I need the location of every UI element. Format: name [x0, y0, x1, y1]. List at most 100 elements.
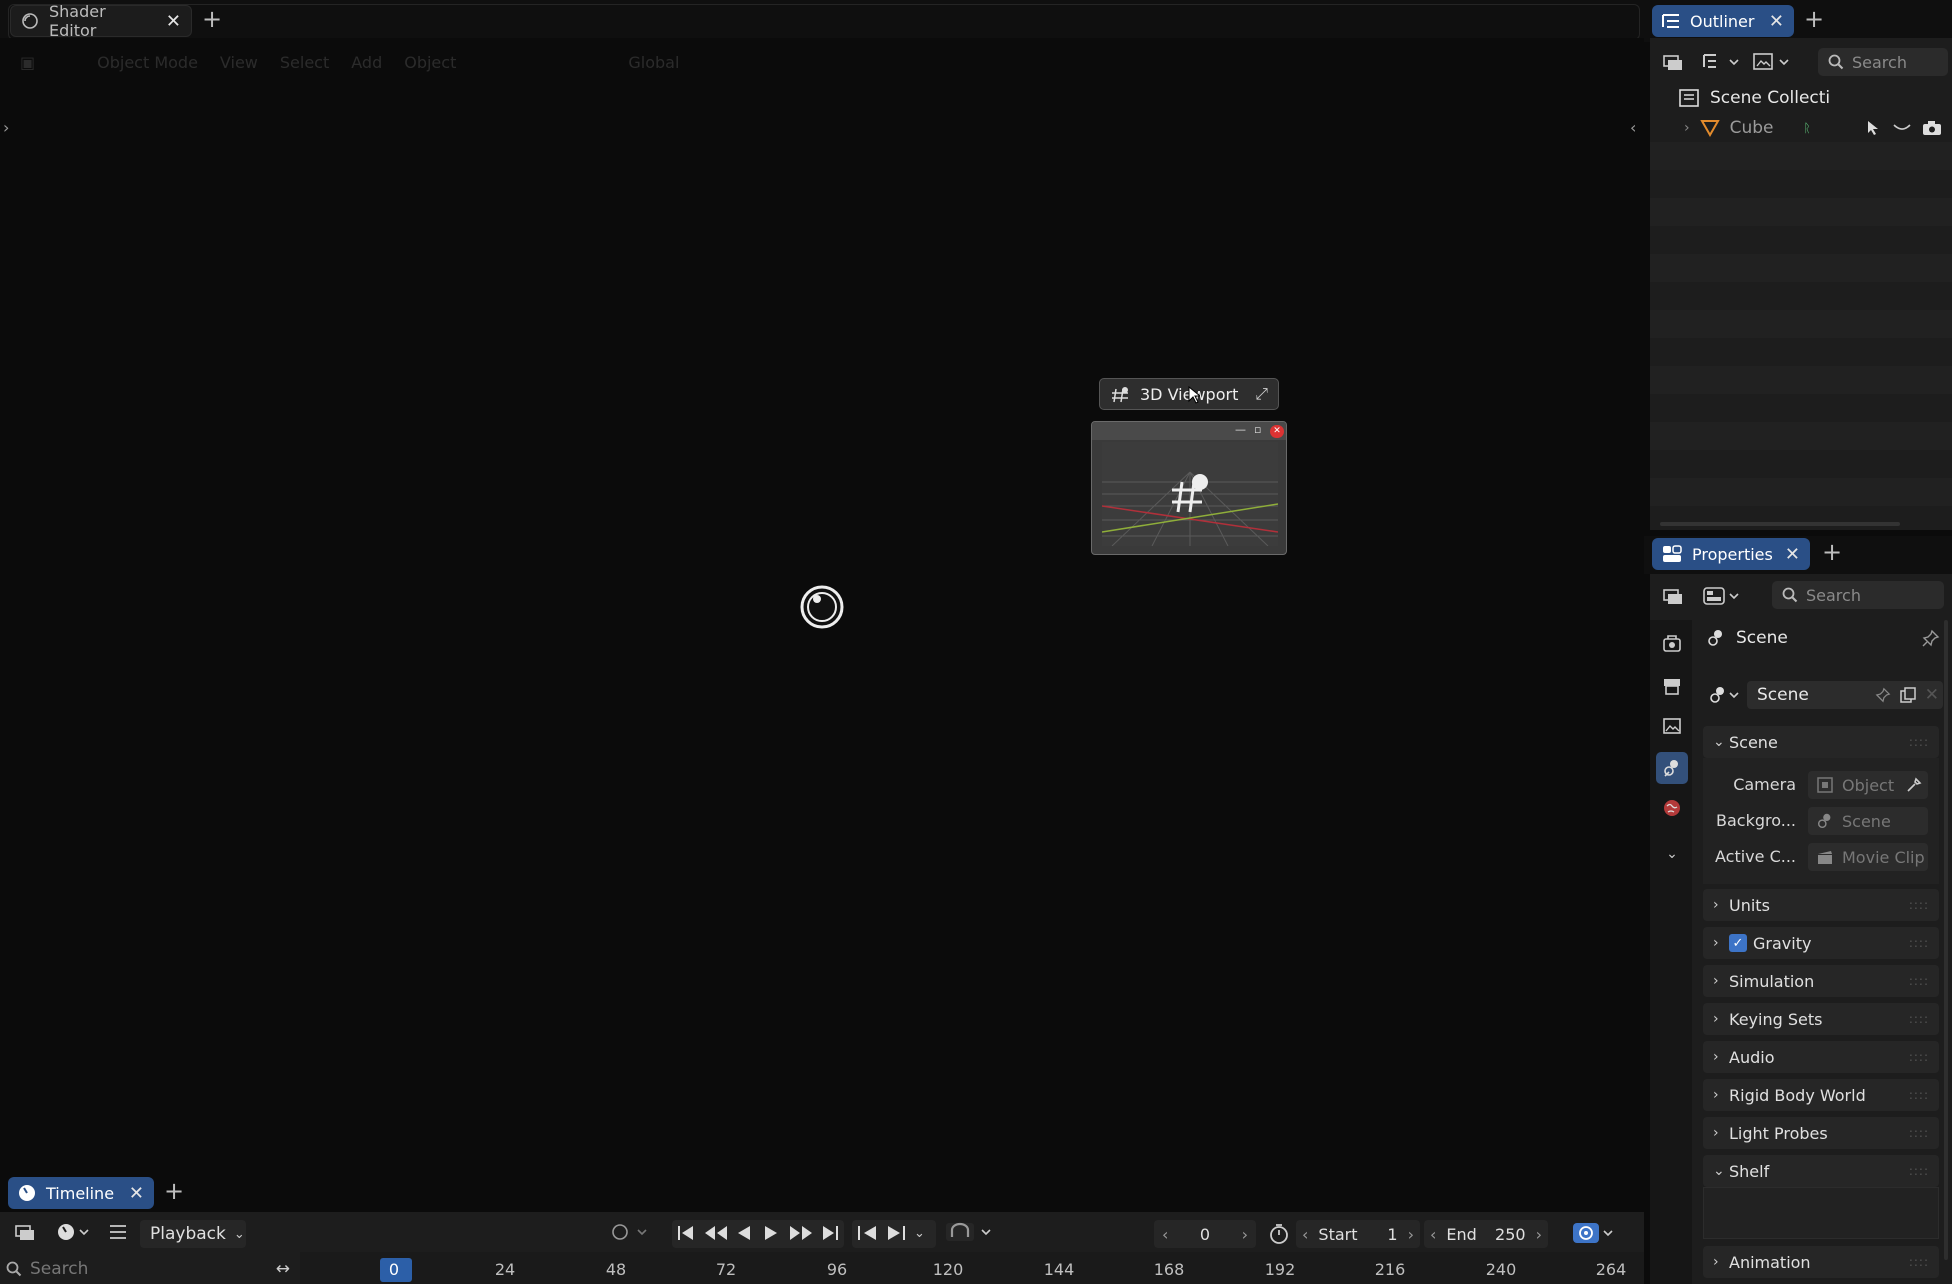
increment-icon[interactable]: ›: [1242, 1225, 1248, 1244]
start-frame-field[interactable]: ‹ Start 1 ›: [1296, 1220, 1420, 1248]
gravity-checkbox[interactable]: ✓: [1729, 934, 1747, 952]
add-workspace-button[interactable]: +: [202, 5, 222, 33]
more-tabs-chevron-icon[interactable]: ⌄: [1656, 838, 1688, 870]
panel-rigid-body-world[interactable]: › Rigid Body World ::::: [1703, 1079, 1939, 1111]
scene-name-field[interactable]: Scene ✕: [1747, 681, 1943, 709]
scene-tab-icon[interactable]: [1656, 752, 1688, 784]
panel-animation[interactable]: › Animation ::::: [1703, 1246, 1939, 1278]
add-tab-button[interactable]: +: [1822, 538, 1842, 566]
eyedropper-icon[interactable]: [1906, 777, 1928, 793]
editor-type-icon[interactable]: [14, 1222, 36, 1242]
add-tab-button[interactable]: +: [164, 1177, 184, 1205]
close-icon[interactable]: ✕: [166, 11, 181, 32]
display-mode-icon[interactable]: [1702, 52, 1740, 72]
drag-grip-icon[interactable]: ::::: [1909, 1255, 1929, 1269]
jump-to-keyframe-next-icon[interactable]: [788, 1224, 814, 1242]
panel-scene[interactable]: ⌄ Scene ::::: [1703, 726, 1939, 758]
editor-type-icon[interactable]: [1662, 586, 1684, 606]
drag-grip-icon[interactable]: ::::: [1909, 1088, 1929, 1102]
tab-timeline[interactable]: Timeline ✕: [8, 1177, 154, 1209]
render-tab-icon[interactable]: [1656, 628, 1688, 660]
active-clip-field[interactable]: Movie Clip: [1808, 843, 1928, 871]
transform-orientation[interactable]: Global: [628, 53, 679, 72]
next-keyframe-icon[interactable]: [884, 1224, 908, 1242]
drag-grip-icon[interactable]: ::::: [1909, 735, 1929, 749]
panel-units[interactable]: › Units ::::: [1703, 889, 1939, 921]
play-reverse-icon[interactable]: [735, 1224, 753, 1242]
close-icon[interactable]: ✕: [1769, 11, 1784, 32]
pin-icon[interactable]: [1922, 629, 1940, 647]
add-tab-button[interactable]: +: [1804, 5, 1824, 33]
properties-scrollbar[interactable]: [1944, 620, 1948, 1260]
unlink-icon[interactable]: ✕: [1925, 685, 1943, 705]
auto-keying-toggle-icon[interactable]: [606, 1222, 650, 1242]
increment-icon[interactable]: ›: [1408, 1225, 1414, 1244]
panel-gravity[interactable]: › ✓ Gravity ::::: [1703, 927, 1939, 959]
visibility-icon[interactable]: [1892, 121, 1912, 135]
panel-simulation[interactable]: › Simulation ::::: [1703, 965, 1939, 997]
panel-audio[interactable]: › Audio ::::: [1703, 1041, 1939, 1073]
properties-search-input[interactable]: Search: [1772, 581, 1944, 609]
fake-user-pin-icon[interactable]: [1875, 687, 1891, 703]
close-icon[interactable]: ✕: [129, 1183, 144, 1204]
drag-grip-icon[interactable]: ::::: [1909, 974, 1929, 988]
timeline-search-input[interactable]: Search ↔: [6, 1256, 296, 1282]
menu-select[interactable]: Select: [280, 53, 329, 72]
duplicate-icon[interactable]: [1899, 686, 1917, 704]
jump-to-start-icon[interactable]: [676, 1224, 696, 1242]
drag-grip-icon[interactable]: ::::: [1909, 936, 1929, 950]
close-icon[interactable]: ✕: [1785, 544, 1800, 565]
world-tab-icon[interactable]: [1656, 792, 1688, 824]
scene-browse-icon[interactable]: [1703, 685, 1747, 705]
editor-type-icon[interactable]: [1662, 52, 1684, 72]
sidebar-expand-icon[interactable]: ‹: [1630, 118, 1636, 137]
background-scene-field[interactable]: Scene: [1808, 807, 1928, 835]
render-camera-icon[interactable]: [1922, 120, 1942, 136]
editor-type-icon[interactable]: ▣: [20, 53, 35, 72]
panel-keying-sets[interactable]: › Keying Sets ::::: [1703, 1003, 1939, 1035]
camera-field[interactable]: Object: [1808, 771, 1928, 799]
drag-grip-icon[interactable]: ::::: [1909, 1012, 1929, 1026]
play-icon[interactable]: [762, 1224, 780, 1242]
tab-properties[interactable]: Properties ✕: [1652, 538, 1810, 570]
prev-keyframe-icon[interactable]: [856, 1224, 880, 1242]
decrement-icon[interactable]: ‹: [1162, 1225, 1168, 1244]
toolbar-expand-icon[interactable]: ›: [3, 118, 9, 137]
menu-view[interactable]: View: [220, 53, 258, 72]
expand-chevron-icon[interactable]: ›: [1684, 120, 1690, 136]
drag-grip-icon[interactable]: ::::: [1909, 1050, 1929, 1064]
drag-grip-icon[interactable]: ::::: [1909, 1164, 1929, 1178]
outliner-row-scene-collection[interactable]: Scene Collecti: [1678, 88, 1830, 108]
panel-light-probes[interactable]: › Light Probes ::::: [1703, 1117, 1939, 1149]
display-options-icon[interactable]: [1702, 586, 1740, 606]
panel-shelf[interactable]: ⌄ Shelf ::::: [1703, 1155, 1939, 1187]
drag-grip-icon[interactable]: ::::: [1909, 898, 1929, 912]
decrement-icon[interactable]: ‹: [1430, 1225, 1436, 1244]
decrement-icon[interactable]: ‹: [1302, 1225, 1308, 1244]
preview-range-icon[interactable]: [1268, 1223, 1290, 1245]
outliner-scrollbar[interactable]: [1660, 522, 1900, 526]
tab-shader-editor[interactable]: Shader Editor ✕: [10, 2, 192, 40]
resize-horizontal-icon[interactable]: ↔: [276, 1259, 296, 1279]
menu-add[interactable]: Add: [351, 53, 382, 72]
drag-grip-icon[interactable]: ::::: [1909, 1126, 1929, 1140]
timeline-mode-icon[interactable]: [56, 1222, 94, 1242]
sync-mode-icon[interactable]: [1572, 1222, 1616, 1244]
snapping-icon[interactable]: [944, 1222, 996, 1242]
view-layer-tab-icon[interactable]: [1656, 710, 1688, 742]
select-toggle-icon[interactable]: [1866, 120, 1882, 136]
scene-datablock-selector[interactable]: Scene ✕: [1703, 680, 1943, 710]
jump-to-keyframe-prev-icon[interactable]: [703, 1224, 729, 1242]
keyframe-type-chevron-icon[interactable]: ⌄: [914, 1226, 925, 1241]
outliner-search-input[interactable]: Search: [1818, 48, 1948, 76]
filter-icon[interactable]: [1752, 52, 1792, 72]
menu-hamburger-icon[interactable]: [108, 1224, 128, 1240]
menu-object[interactable]: Object: [404, 53, 456, 72]
jump-to-end-icon[interactable]: [820, 1224, 840, 1242]
outliner-row-cube[interactable]: › Cube ᚱ: [1684, 118, 1942, 138]
increment-icon[interactable]: ›: [1536, 1225, 1542, 1244]
output-tab-icon[interactable]: [1656, 670, 1688, 702]
playback-menu[interactable]: Playback ⌄: [140, 1220, 246, 1248]
mode-select[interactable]: Object Mode: [97, 53, 198, 72]
tab-outliner[interactable]: Outliner ✕: [1652, 5, 1794, 37]
